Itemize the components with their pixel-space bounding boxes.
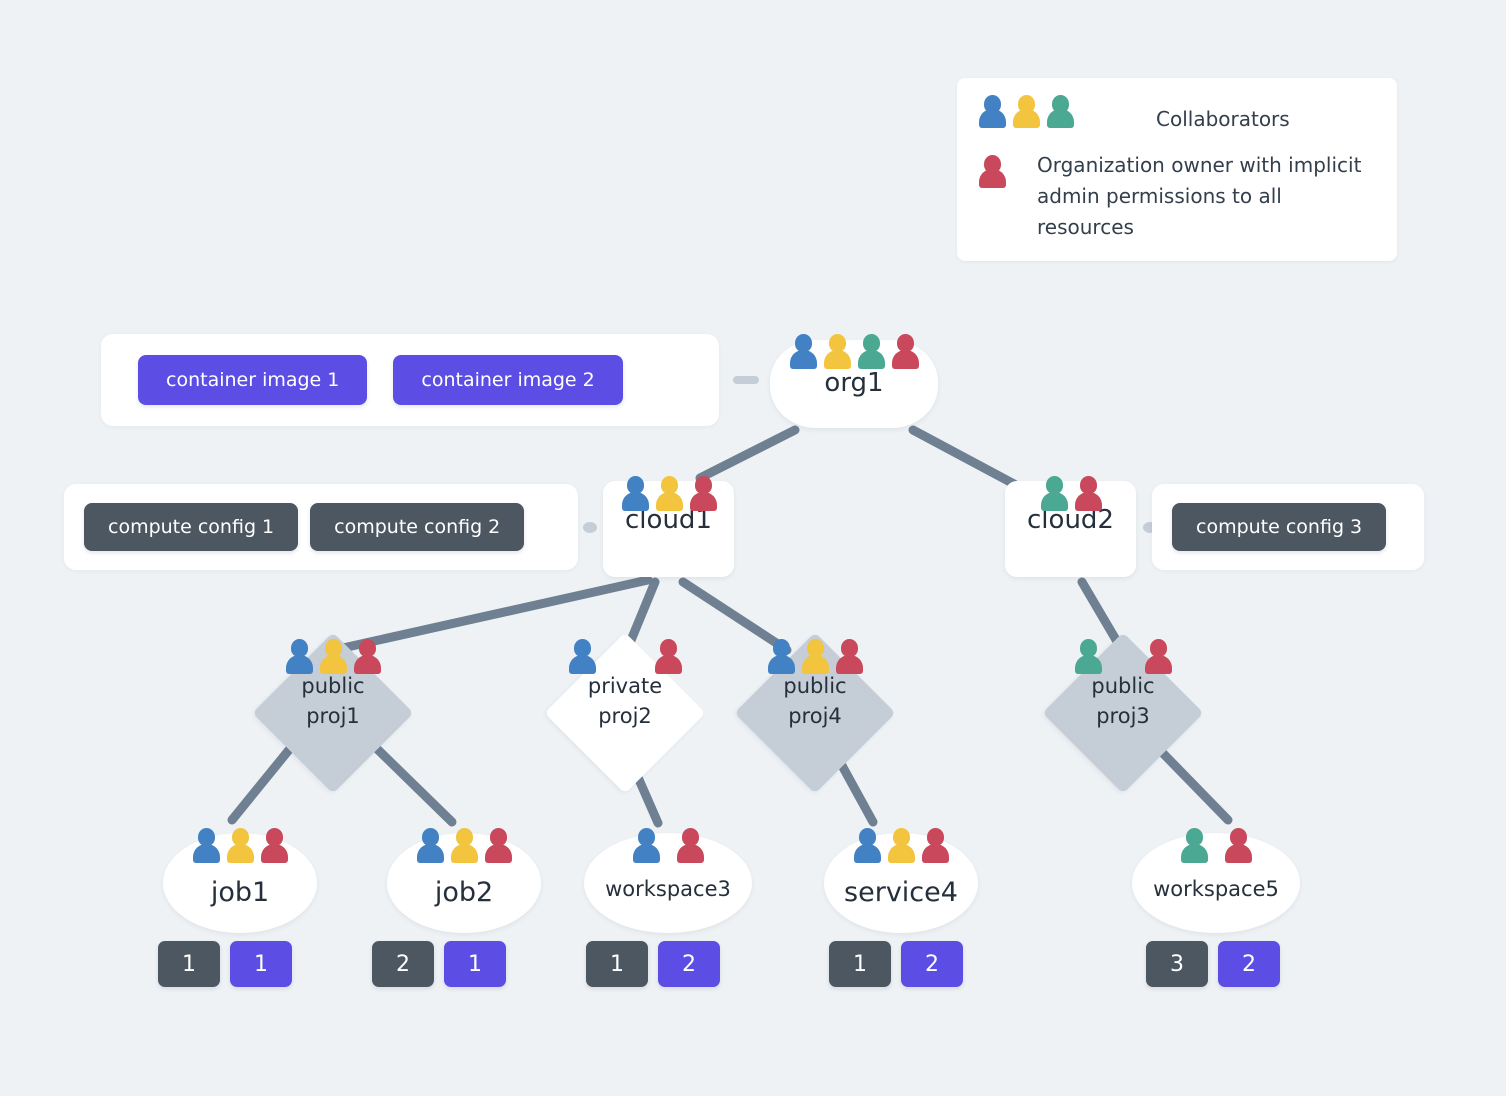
edge-org1-cloud2	[908, 425, 1019, 489]
node-workspace3-label: workspace3	[605, 877, 731, 901]
person-blue-icon	[975, 93, 1009, 133]
workspace5-badges: 3 2	[1146, 941, 1280, 987]
workspace3-badge-purple[interactable]: 2	[658, 941, 720, 987]
legend-panel: Collaborators Organization owner with im…	[957, 78, 1397, 261]
workspace5-badge-purple[interactable]: 2	[1218, 941, 1280, 987]
legend-row-owner: Organization owner with implicit admin p…	[975, 153, 1377, 243]
proj4-diamond-shape	[734, 632, 896, 794]
node-proj4[interactable]: public proj4	[734, 632, 896, 794]
node-job1-label: job1	[210, 877, 270, 908]
job2-badge-dark[interactable]: 2	[372, 941, 434, 987]
compute-config-2-chip[interactable]: compute config 2	[310, 503, 525, 551]
legend-row-collaborators: Collaborators	[975, 93, 1290, 135]
proj3-diamond-shape	[1042, 632, 1204, 794]
node-proj3[interactable]: public proj3	[1042, 632, 1204, 794]
proj1-diamond-shape	[252, 632, 414, 794]
legend-owner-icons	[975, 153, 1009, 193]
cloud1-attachment-connector	[583, 522, 597, 533]
node-workspace5-label: workspace5	[1153, 877, 1279, 901]
node-workspace5[interactable]: workspace5	[1132, 833, 1300, 933]
compute-configs-panel-right: compute config 3	[1152, 484, 1424, 570]
compute-config-3-chip[interactable]: compute config 3	[1172, 503, 1387, 551]
node-service4-label: service4	[844, 877, 958, 908]
job1-badge-purple[interactable]: 1	[230, 941, 292, 987]
service4-badges: 1 2	[829, 941, 963, 987]
job2-badges: 2 1	[372, 941, 506, 987]
node-proj2[interactable]: private proj2	[544, 632, 706, 794]
person-red-icon	[975, 153, 1009, 193]
node-cloud1-label: cloud1	[625, 505, 712, 535]
compute-configs-panel-left: compute config 1 compute config 2	[64, 484, 578, 570]
workspace3-badge-dark[interactable]: 1	[586, 941, 648, 987]
node-cloud1[interactable]: cloud1	[603, 481, 734, 577]
proj2-diamond-shape	[544, 632, 706, 794]
person-yellow-icon	[1009, 93, 1043, 133]
legend-collaborators-label: Collaborators	[1156, 107, 1290, 131]
container-image-2-chip[interactable]: container image 2	[393, 355, 623, 405]
container-image-1-chip[interactable]: container image 1	[138, 355, 368, 405]
person-teal-icon	[1043, 93, 1077, 133]
container-images-panel: container image 1 container image 2	[101, 334, 719, 426]
workspace5-badge-dark[interactable]: 3	[1146, 941, 1208, 987]
node-cloud2-label: cloud2	[1027, 505, 1114, 535]
node-job2[interactable]: job2	[387, 833, 541, 933]
compute-config-1-chip[interactable]: compute config 1	[84, 503, 299, 551]
node-job1[interactable]: job1	[163, 833, 317, 933]
workspace3-badges: 1 2	[586, 941, 720, 987]
org-attachment-connector	[733, 376, 759, 384]
node-service4[interactable]: service4	[824, 833, 978, 933]
node-proj1[interactable]: public proj1	[252, 632, 414, 794]
node-cloud2[interactable]: cloud2	[1005, 481, 1136, 577]
job2-badge-purple[interactable]: 1	[444, 941, 506, 987]
service4-badge-purple[interactable]: 2	[901, 941, 963, 987]
node-org1[interactable]: org1	[770, 340, 938, 428]
diagram-canvas: Collaborators Organization owner with im…	[0, 0, 1506, 1096]
edge-org1-cloud1	[695, 425, 800, 483]
legend-owner-label: Organization owner with implicit admin p…	[1037, 153, 1362, 239]
legend-collaborator-icons	[975, 93, 1077, 133]
job1-badges: 1 1	[158, 941, 292, 987]
job1-badge-dark[interactable]: 1	[158, 941, 220, 987]
node-workspace3[interactable]: workspace3	[584, 833, 752, 933]
node-org1-label: org1	[824, 368, 884, 398]
node-job2-label: job2	[434, 877, 494, 908]
service4-badge-dark[interactable]: 1	[829, 941, 891, 987]
